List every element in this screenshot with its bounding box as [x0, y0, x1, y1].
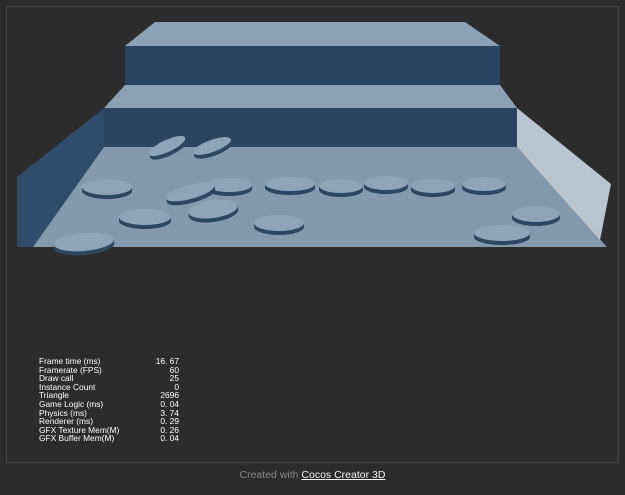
disc-top [265, 177, 315, 191]
disc [265, 177, 315, 195]
disc-top [474, 225, 530, 241]
disc [462, 177, 506, 195]
disc-top [411, 179, 455, 193]
middle-step-top [104, 85, 517, 108]
upper-step-front [125, 46, 500, 85]
disc-top [82, 179, 132, 195]
footer: Created with Cocos Creator 3D [0, 469, 625, 481]
disc-top [462, 177, 506, 191]
disc [364, 176, 408, 194]
disc [254, 215, 304, 235]
cocos-creator-link[interactable]: Cocos Creator 3D [301, 469, 385, 481]
game-viewport[interactable]: Frame time (ms) 16. 67 Framerate (FPS) 60 Dr… [6, 6, 619, 463]
disc-top [319, 179, 363, 193]
upper-step-top [125, 22, 500, 46]
disc [319, 179, 363, 197]
stat-row: GFX Buffer Mem(M) 0. 04 [39, 434, 179, 443]
disc [512, 206, 560, 226]
disc [82, 179, 132, 199]
footer-prefix: Created with [239, 469, 299, 481]
profiler-stats: Frame time (ms) 16. 67 Framerate (FPS) 60 Dr… [39, 357, 179, 443]
disc-top [254, 215, 304, 231]
disc-top [512, 206, 560, 222]
stat-value: 0. 04 [160, 433, 179, 444]
disc-top [364, 176, 408, 190]
stat-label: GFX Buffer Mem(M) [39, 433, 115, 444]
disc [119, 209, 171, 229]
disc [474, 225, 530, 245]
page: Frame time (ms) 16. 67 Framerate (FPS) 60 Dr… [0, 0, 625, 495]
disc [411, 179, 455, 197]
disc-top [119, 209, 171, 225]
